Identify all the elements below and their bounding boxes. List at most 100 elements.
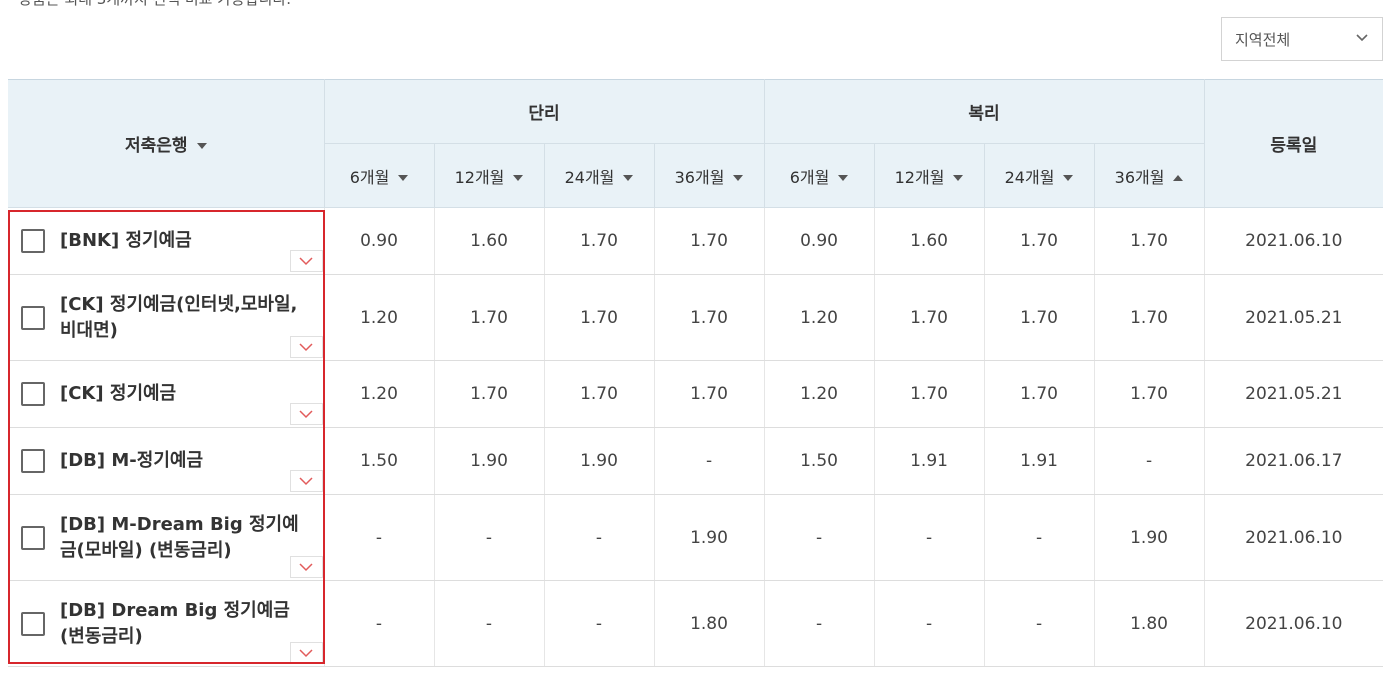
table-row: [DB] Dream Big 정기예금 (변동금리) - - -1.80- - -1.80…	[8, 580, 1384, 667]
term-header-compound-12m[interactable]: 12개월	[873, 143, 985, 208]
registered-date-cell: 2021.05.21	[1204, 274, 1384, 361]
expand-button[interactable]	[289, 336, 323, 358]
expand-button[interactable]	[289, 642, 323, 664]
compare-checkbox[interactable]	[21, 449, 45, 473]
table-row: [BNK] 정기예금 0.90 1.60 1.70 1.70 0.90 1.60 1.70 1.…	[8, 207, 1384, 275]
simple-rate-cell: 0.90	[324, 207, 435, 275]
sort-down-icon	[196, 143, 207, 149]
simple-rate-cell: 1.70	[434, 274, 545, 361]
table-row: [CK] 정기예금 1.20 1.70 1.70 1.70 1.20 1.70 1.70 1.7…	[8, 360, 1384, 428]
compound-rate-cell: 1.70	[1094, 360, 1205, 428]
compound-rate-cell: 1.70	[1094, 207, 1205, 275]
simple-rate-cell: 1.20	[324, 360, 435, 428]
simple-interest-header: 단리	[323, 79, 765, 144]
term-header-compound-36m[interactable]: 36개월	[1093, 143, 1205, 208]
chevron-down-icon	[299, 409, 313, 418]
expand-button[interactable]	[289, 403, 323, 425]
sort-down-icon	[513, 175, 524, 181]
chevron-down-icon	[299, 256, 313, 265]
table-row: [CK] 정기예금(인터넷,모바일, 비대면) 1.20 1.70 1.70 1.70 1…	[8, 274, 1384, 361]
simple-rate-cell: 1.70	[544, 360, 655, 428]
simple-rate-cell: -	[324, 494, 435, 581]
simple-rate-cell: 1.70	[544, 274, 655, 361]
simple-rate-cell: -	[544, 494, 655, 581]
simple-rate-cell: 1.70	[544, 207, 655, 275]
compare-checkbox[interactable]	[21, 525, 45, 550]
compare-notice: * 상품은 최대 3개까지 선택 비교 가능합니다.	[6, 0, 291, 9]
bank-product-cell: [CK] 정기예금	[8, 360, 325, 428]
bank-product-cell: [CK] 정기예금(인터넷,모바일, 비대면)	[8, 274, 325, 361]
compound-interest-header: 복리	[763, 79, 1205, 144]
registered-date-cell: 2021.06.10	[1204, 207, 1384, 275]
product-name: [DB] Dream Big 정기예금 (변동금리)	[60, 599, 290, 647]
term-header-simple-24m[interactable]: 24개월	[543, 143, 655, 208]
table-row: [DB] M-정기예금 1.50 1.90 1.90-1.50 1.91 1.91-202…	[8, 427, 1384, 495]
region-select-value: 지역전체	[1235, 30, 1291, 49]
sort-up-icon	[1173, 175, 1184, 181]
chevron-down-icon	[1356, 34, 1368, 42]
chevron-down-icon	[299, 648, 313, 657]
bank-product-cell: [DB] M-Dream Big 정기예금(모바일) (변동금리)	[8, 494, 325, 581]
bank-column-header[interactable]: 저축은행	[8, 79, 325, 208]
expand-button[interactable]	[289, 470, 323, 492]
table-row: [DB] M-Dream Big 정기예금(모바일) (변동금리) - - -1.90…	[8, 494, 1384, 581]
sort-down-icon	[733, 175, 744, 181]
deposit-rate-table: 저축은행 단리 복리 등록일 6개월 12개월 24개월 36개월 6개월 12…	[8, 79, 1384, 667]
compare-checkbox[interactable]	[21, 305, 45, 330]
term-header-compound-24m[interactable]: 24개월	[983, 143, 1095, 208]
product-name: [CK] 정기예금	[60, 383, 177, 404]
simple-rate-cell: 1.80	[654, 580, 765, 667]
expand-button[interactable]	[289, 556, 323, 578]
bank-product-cell: [DB] Dream Big 정기예금 (변동금리)	[8, 580, 325, 667]
compare-checkbox[interactable]	[21, 382, 45, 406]
compound-rate-cell: 1.20	[764, 274, 875, 361]
region-select[interactable]: 지역전체	[1221, 17, 1383, 61]
term-header-simple-6m[interactable]: 6개월	[324, 143, 435, 208]
compare-checkbox[interactable]	[21, 229, 45, 253]
simple-rate-cell: 1.90	[434, 427, 545, 495]
simple-rate-cell: 1.60	[434, 207, 545, 275]
simple-rate-cell: 1.70	[654, 274, 765, 361]
bank-product-cell: [BNK] 정기예금	[8, 207, 325, 275]
registered-date-cell: 2021.06.10	[1204, 580, 1384, 667]
compound-rate-cell: 1.20	[764, 360, 875, 428]
compound-rate-cell: -	[764, 580, 875, 667]
compound-rate-cell: 1.91	[874, 427, 985, 495]
simple-rate-cell: 1.70	[434, 360, 545, 428]
simple-rate-cell: 1.70	[654, 207, 765, 275]
simple-rate-cell: 1.70	[654, 360, 765, 428]
simple-rate-cell: 1.90	[654, 494, 765, 581]
compound-rate-cell: 1.90	[1094, 494, 1205, 581]
sort-down-icon	[838, 175, 849, 181]
term-header-simple-12m[interactable]: 12개월	[433, 143, 545, 208]
chevron-down-icon	[299, 476, 313, 485]
sort-down-icon	[398, 175, 409, 181]
compound-rate-cell: -	[984, 494, 1095, 581]
term-header-simple-36m[interactable]: 36개월	[653, 143, 765, 208]
compound-rate-cell: 1.70	[984, 207, 1095, 275]
compound-rate-cell: -	[874, 494, 985, 581]
compound-rate-cell: 1.70	[874, 360, 985, 428]
simple-rate-cell: -	[654, 427, 765, 495]
product-name: [DB] M-Dream Big 정기예금(모바일) (변동금리)	[60, 513, 299, 561]
sort-down-icon	[1063, 175, 1074, 181]
compound-rate-cell: 1.70	[1094, 274, 1205, 361]
registered-date-header: 등록일	[1203, 79, 1384, 208]
expand-button[interactable]	[289, 250, 323, 272]
registered-date-cell: 2021.06.17	[1204, 427, 1384, 495]
compound-rate-cell: -	[984, 580, 1095, 667]
registered-date-cell: 2021.06.10	[1204, 494, 1384, 581]
term-header-compound-6m[interactable]: 6개월	[763, 143, 875, 208]
compound-rate-cell: 1.60	[874, 207, 985, 275]
compound-rate-cell: -	[764, 494, 875, 581]
compound-rate-cell: -	[874, 580, 985, 667]
simple-rate-cell: -	[544, 580, 655, 667]
compare-checkbox[interactable]	[21, 611, 45, 636]
compound-rate-cell: 1.70	[984, 274, 1095, 361]
simple-rate-cell: 1.50	[324, 427, 435, 495]
sort-down-icon	[953, 175, 964, 181]
simple-rate-cell: -	[434, 494, 545, 581]
product-name: [CK] 정기예금(인터넷,모바일, 비대면)	[60, 293, 298, 341]
simple-rate-cell: -	[324, 580, 435, 667]
compound-rate-cell: 0.90	[764, 207, 875, 275]
